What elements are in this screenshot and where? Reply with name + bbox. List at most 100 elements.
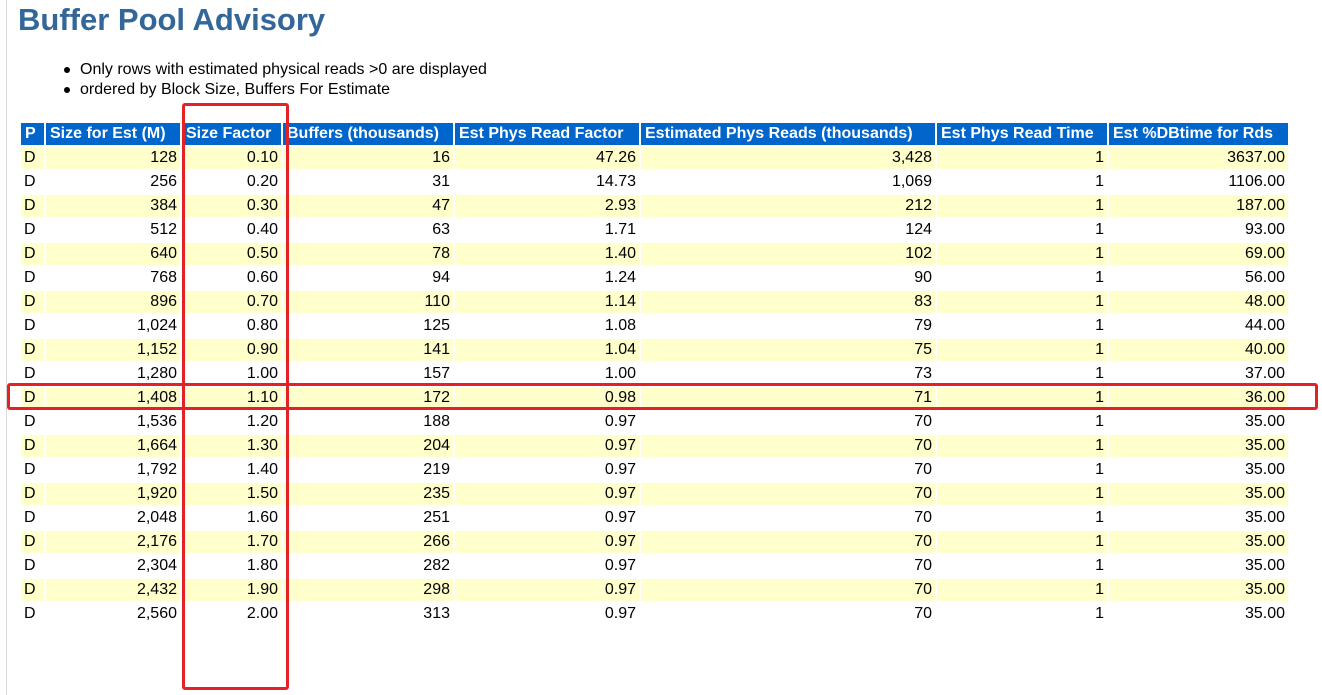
cell-p: D (21, 507, 44, 529)
cell-est-dbtime: 35.00 (1109, 507, 1288, 529)
header-est-phys-reads: Estimated Phys Reads (thousands) (641, 123, 935, 145)
cell-size-factor: 1.60 (182, 507, 281, 529)
cell-size-factor: 0.10 (182, 147, 281, 169)
cell-est-phys-read-factor: 2.93 (455, 195, 639, 217)
notes-list: Only rows with estimated physical reads … (64, 60, 487, 100)
note-item: Only rows with estimated physical reads … (64, 61, 487, 78)
cell-est-phys-read-factor: 0.98 (455, 387, 639, 409)
table-row: D 1,408 1.10 172 0.98 71 1 36.00 (21, 387, 1288, 409)
cell-size-for-est: 384 (46, 195, 180, 217)
cell-size-factor: 1.10 (182, 387, 281, 409)
table-row: D 512 0.40 63 1.71 124 1 93.00 (21, 219, 1288, 241)
buffer-pool-advisory-table: P Size for Est (M) Size Factor Buffers (… (19, 121, 1290, 627)
cell-est-phys-read-factor: 14.73 (455, 171, 639, 193)
header-size-for-est: Size for Est (M) (46, 123, 180, 145)
cell-est-phys-reads: 70 (641, 603, 935, 625)
cell-est-dbtime: 93.00 (1109, 219, 1288, 241)
cell-size-factor: 1.00 (182, 363, 281, 385)
cell-est-phys-reads: 1,069 (641, 171, 935, 193)
cell-p: D (21, 171, 44, 193)
cell-est-dbtime: 35.00 (1109, 579, 1288, 601)
cell-est-phys-reads: 70 (641, 411, 935, 433)
table-row: D 1,024 0.80 125 1.08 79 1 44.00 (21, 315, 1288, 337)
cell-est-phys-read-time: 1 (937, 483, 1107, 505)
table-row: D 2,304 1.80 282 0.97 70 1 35.00 (21, 555, 1288, 577)
report-page: Buffer Pool Advisory Only rows with esti… (0, 0, 1322, 695)
cell-est-phys-reads: 102 (641, 243, 935, 265)
cell-p: D (21, 483, 44, 505)
cell-est-dbtime: 35.00 (1109, 603, 1288, 625)
cell-est-phys-read-factor: 47.26 (455, 147, 639, 169)
cell-est-dbtime: 1106.00 (1109, 171, 1288, 193)
cell-buffers: 204 (283, 435, 453, 457)
cell-buffers: 78 (283, 243, 453, 265)
cell-size-factor: 0.60 (182, 267, 281, 289)
page-title: Buffer Pool Advisory (18, 2, 326, 37)
cell-est-phys-reads: 124 (641, 219, 935, 241)
cell-est-phys-read-factor: 0.97 (455, 579, 639, 601)
table-row: D 2,176 1.70 266 0.97 70 1 35.00 (21, 531, 1288, 553)
cell-p: D (21, 195, 44, 217)
cell-est-phys-reads: 73 (641, 363, 935, 385)
cell-est-phys-reads: 70 (641, 579, 935, 601)
cell-size-factor: 1.70 (182, 531, 281, 553)
header-row: P Size for Est (M) Size Factor Buffers (… (21, 123, 1288, 145)
cell-buffers: 31 (283, 171, 453, 193)
cell-p: D (21, 219, 44, 241)
cell-size-factor: 0.20 (182, 171, 281, 193)
table-row: D 256 0.20 31 14.73 1,069 1 1106.00 (21, 171, 1288, 193)
cell-p: D (21, 243, 44, 265)
cell-size-for-est: 1,408 (46, 387, 180, 409)
cell-est-dbtime: 35.00 (1109, 435, 1288, 457)
cell-est-phys-read-factor: 1.40 (455, 243, 639, 265)
cell-est-dbtime: 187.00 (1109, 195, 1288, 217)
cell-est-phys-read-factor: 0.97 (455, 459, 639, 481)
cell-est-phys-read-time: 1 (937, 291, 1107, 313)
cell-est-dbtime: 56.00 (1109, 267, 1288, 289)
cell-p: D (21, 555, 44, 577)
cell-size-factor: 2.00 (182, 603, 281, 625)
cell-size-for-est: 768 (46, 267, 180, 289)
cell-est-dbtime: 48.00 (1109, 291, 1288, 313)
left-border (6, 0, 7, 695)
cell-buffers: 219 (283, 459, 453, 481)
cell-p: D (21, 459, 44, 481)
cell-size-factor: 1.80 (182, 555, 281, 577)
cell-size-for-est: 1,024 (46, 315, 180, 337)
cell-est-phys-read-time: 1 (937, 411, 1107, 433)
cell-est-phys-read-time: 1 (937, 147, 1107, 169)
cell-p: D (21, 267, 44, 289)
cell-est-phys-read-time: 1 (937, 339, 1107, 361)
cell-est-phys-read-time: 1 (937, 219, 1107, 241)
cell-est-phys-read-factor: 1.14 (455, 291, 639, 313)
cell-est-phys-read-time: 1 (937, 459, 1107, 481)
cell-p: D (21, 387, 44, 409)
cell-est-dbtime: 35.00 (1109, 531, 1288, 553)
cell-est-dbtime: 37.00 (1109, 363, 1288, 385)
cell-size-factor: 0.40 (182, 219, 281, 241)
cell-size-for-est: 2,176 (46, 531, 180, 553)
cell-p: D (21, 435, 44, 457)
cell-est-phys-read-factor: 1.71 (455, 219, 639, 241)
header-p: P (21, 123, 44, 145)
table-row: D 1,664 1.30 204 0.97 70 1 35.00 (21, 435, 1288, 457)
cell-est-phys-read-factor: 0.97 (455, 555, 639, 577)
cell-size-factor: 0.80 (182, 315, 281, 337)
cell-est-dbtime: 69.00 (1109, 243, 1288, 265)
cell-p: D (21, 531, 44, 553)
cell-est-dbtime: 44.00 (1109, 315, 1288, 337)
cell-size-for-est: 2,560 (46, 603, 180, 625)
table-row: D 128 0.10 16 47.26 3,428 1 3637.00 (21, 147, 1288, 169)
cell-size-for-est: 1,792 (46, 459, 180, 481)
cell-size-for-est: 640 (46, 243, 180, 265)
cell-p: D (21, 411, 44, 433)
cell-buffers: 110 (283, 291, 453, 313)
table-row: D 1,536 1.20 188 0.97 70 1 35.00 (21, 411, 1288, 433)
cell-est-dbtime: 3637.00 (1109, 147, 1288, 169)
cell-size-for-est: 1,152 (46, 339, 180, 361)
cell-est-dbtime: 36.00 (1109, 387, 1288, 409)
header-buffers: Buffers (thousands) (283, 123, 453, 145)
cell-est-phys-read-factor: 1.24 (455, 267, 639, 289)
cell-est-phys-reads: 3,428 (641, 147, 935, 169)
cell-est-phys-read-time: 1 (937, 531, 1107, 553)
